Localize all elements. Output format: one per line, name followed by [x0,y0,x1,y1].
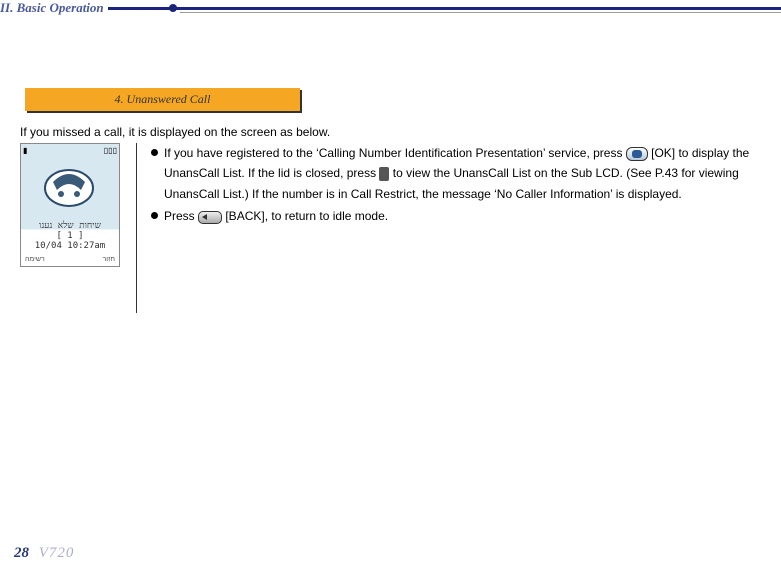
ok-button-icon [626,147,648,161]
section-title: II. Basic Operation [0,0,108,16]
bullet-icon [151,149,158,156]
model-name: V720 [39,545,75,561]
bullet-icon [151,212,158,219]
phone-line3: 10/04 10:27am [21,242,119,252]
instruction-list: If you have registered to the ‘Calling N… [136,143,781,313]
header-subrule [180,12,781,13]
phone-softkey-right: חזור [103,256,115,266]
phone-softkey-left: רשימה [25,256,45,266]
phone-status-bar: ▮▯▯▯ [23,146,117,156]
page-number: 28 [14,545,29,561]
subsection-title: 4. Unanswered Call [25,88,300,111]
instruction-item: Press [BACK], to return to idle mode. [151,206,781,226]
header-bullet-icon [169,4,177,12]
phone-handset-icon [39,160,99,210]
header-rule [0,7,781,10]
page-footer: 28 V720 [14,545,74,562]
intro-text: If you missed a call, it is displayed on… [20,125,330,139]
phone-text: שיחות שלא נענו [ 1 ] 10/04 10:27am [21,222,119,252]
phone-softkeys: רשימה חזור [21,256,119,266]
back-button-icon [198,211,222,224]
instruction-text: Press [BACK], to return to idle mode. [164,206,781,226]
instruction-item: If you have registered to the ‘Calling N… [151,143,781,204]
side-key-icon [379,167,389,181]
content-row: ▮▯▯▯ שיחות שלא נענו [ 1 ] 10/04 10:27am … [20,143,781,313]
phone-screenshot: ▮▯▯▯ שיחות שלא נענו [ 1 ] 10/04 10:27am … [20,143,120,267]
instruction-text: If you have registered to the ‘Calling N… [164,143,781,204]
